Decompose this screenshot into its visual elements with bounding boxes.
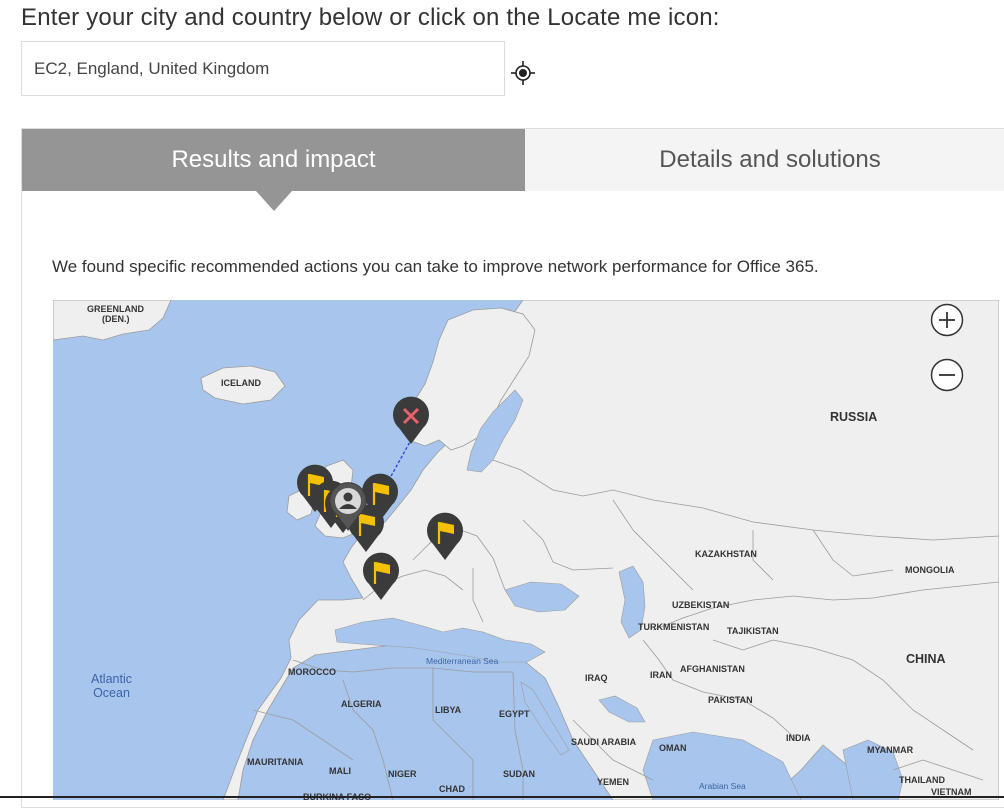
label-morocco: MOROCCO: [288, 667, 336, 677]
tab-details-and-solutions[interactable]: Details and solutions: [525, 129, 1004, 191]
label-yemen: YEMEN: [597, 777, 630, 787]
label-arabian-sea: Arabian Sea: [699, 781, 746, 791]
location-input[interactable]: [21, 41, 505, 96]
label-iraq: IRAQ: [585, 673, 608, 683]
error-pin-icon[interactable]: [391, 396, 431, 446]
label-uzbekistan: UZBEKISTAN: [672, 600, 730, 610]
user-location-pin-icon[interactable]: [328, 482, 368, 532]
label-atlantic-line2: Ocean: [93, 686, 130, 700]
map-land-svg: [53, 300, 999, 800]
locate-me-icon[interactable]: [510, 60, 536, 86]
network-map[interactable]: GREENLAND (DEN.) ICELAND RUSSIA KAZAKHST…: [53, 300, 999, 800]
label-russia: RUSSIA: [830, 410, 878, 424]
label-myanmar: MYANMAR: [867, 745, 914, 755]
results-summary: We found specific recommended actions yo…: [52, 257, 819, 276]
label-algeria: ALGERIA: [341, 699, 382, 709]
label-greenland: GREENLAND: [87, 304, 145, 314]
flag-pin-icon[interactable]: [425, 512, 465, 562]
label-mauritania: MAURITANIA: [247, 757, 304, 767]
tab-results-and-impact[interactable]: Results and impact: [22, 129, 525, 191]
label-libya: LIBYA: [435, 705, 462, 715]
label-india: INDIA: [786, 733, 811, 743]
label-atlantic-line1: Atlantic: [91, 672, 132, 686]
label-sudan: SUDAN: [503, 769, 536, 779]
label-saudi-arabia: SAUDI ARABIA: [571, 737, 637, 747]
zoom-out-icon[interactable]: [930, 358, 964, 392]
zoom-in-icon[interactable]: [930, 303, 964, 337]
label-iceland: ICELAND: [221, 378, 261, 388]
label-greenland-sub: (DEN.): [102, 314, 130, 324]
land-eurasia-africa: [222, 300, 999, 800]
location-prompt: Enter your city and country below or cli…: [21, 4, 720, 31]
results-panel: Results and impact Details and solutions…: [21, 128, 1004, 808]
label-tajikistan: TAJIKISTAN: [727, 626, 779, 636]
flag-pin-icon[interactable]: [361, 552, 401, 602]
label-egypt: EGYPT: [499, 709, 530, 719]
label-afghanistan: AFGHANISTAN: [680, 664, 745, 674]
label-turkmenistan: TURKMENISTAN: [638, 622, 710, 632]
label-atlantic: Atlantic Ocean: [91, 672, 132, 700]
label-kazakhstan: KAZAKHSTAN: [695, 549, 757, 559]
label-mongolia: MONGOLIA: [905, 565, 955, 575]
label-thailand: THAILAND: [899, 775, 945, 785]
label-chad: CHAD: [439, 784, 465, 794]
label-china: CHINA: [906, 652, 946, 666]
label-pakistan: PAKISTAN: [708, 695, 753, 705]
label-iran: IRAN: [650, 670, 672, 680]
active-tab-caret: [256, 191, 292, 211]
label-mediterranean: Mediterranean Sea: [426, 656, 499, 666]
label-mali: MALI: [329, 766, 351, 776]
label-niger: NIGER: [388, 769, 417, 779]
label-oman: OMAN: [659, 743, 687, 753]
